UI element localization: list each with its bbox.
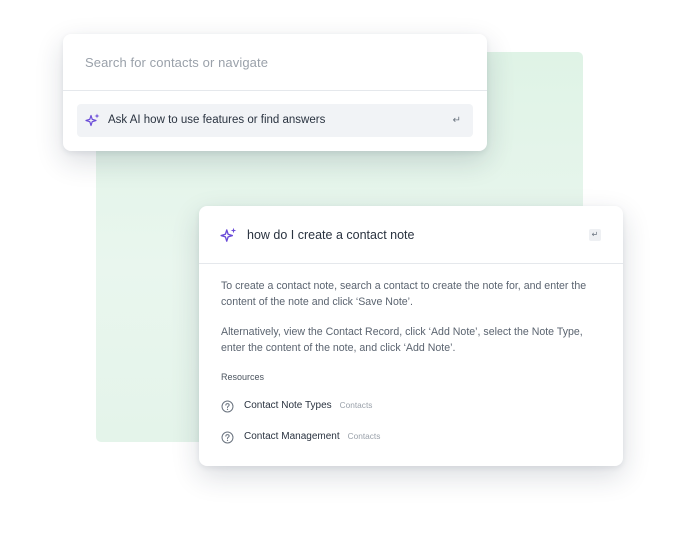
search-placeholder: Search for contacts or navigate — [85, 55, 269, 70]
resource-title: Contact Note Types Contacts — [244, 400, 372, 411]
resource-tag: Contacts — [347, 431, 381, 441]
sparkle-icon — [85, 113, 100, 127]
ask-ai-option[interactable]: Ask AI how to use features or find answe… — [77, 104, 473, 137]
enter-key-icon: ↵ — [452, 115, 461, 126]
ask-ai-label: Ask AI how to use features or find answe… — [108, 114, 326, 126]
answer-paragraph: To create a contact note, search a conta… — [221, 280, 587, 308]
stage: Search for contacts or navigate Ask AI h… — [0, 0, 686, 559]
resource-tag: Contacts — [339, 400, 373, 410]
resource-link-contact-note-types[interactable]: Contact Note Types Contacts — [221, 399, 601, 415]
resource-title-text: Contact Note Types — [244, 400, 332, 411]
resources-heading: Resources — [221, 372, 265, 382]
resource-title-text: Contact Management — [244, 431, 340, 442]
answer-body: To create a contact note, search a conta… — [221, 279, 603, 371]
ai-answer-panel: how do I create a contact note ↵ To crea… — [199, 206, 623, 466]
resource-title: Contact Management Contacts — [244, 431, 380, 442]
search-input[interactable]: Search for contacts or navigate — [63, 34, 487, 91]
answer-paragraph: Alternatively, view the Contact Record, … — [221, 326, 583, 354]
sparkle-icon — [220, 227, 237, 242]
enter-key-icon[interactable]: ↵ — [589, 229, 601, 241]
resource-link-contact-management[interactable]: Contact Management Contacts — [221, 430, 601, 446]
ai-query-text: how do I create a contact note — [247, 228, 415, 242]
ai-query-input[interactable]: how do I create a contact note ↵ — [199, 206, 623, 264]
help-circle-icon — [221, 431, 234, 444]
search-palette: Search for contacts or navigate Ask AI h… — [63, 34, 487, 151]
help-circle-icon — [221, 400, 234, 413]
